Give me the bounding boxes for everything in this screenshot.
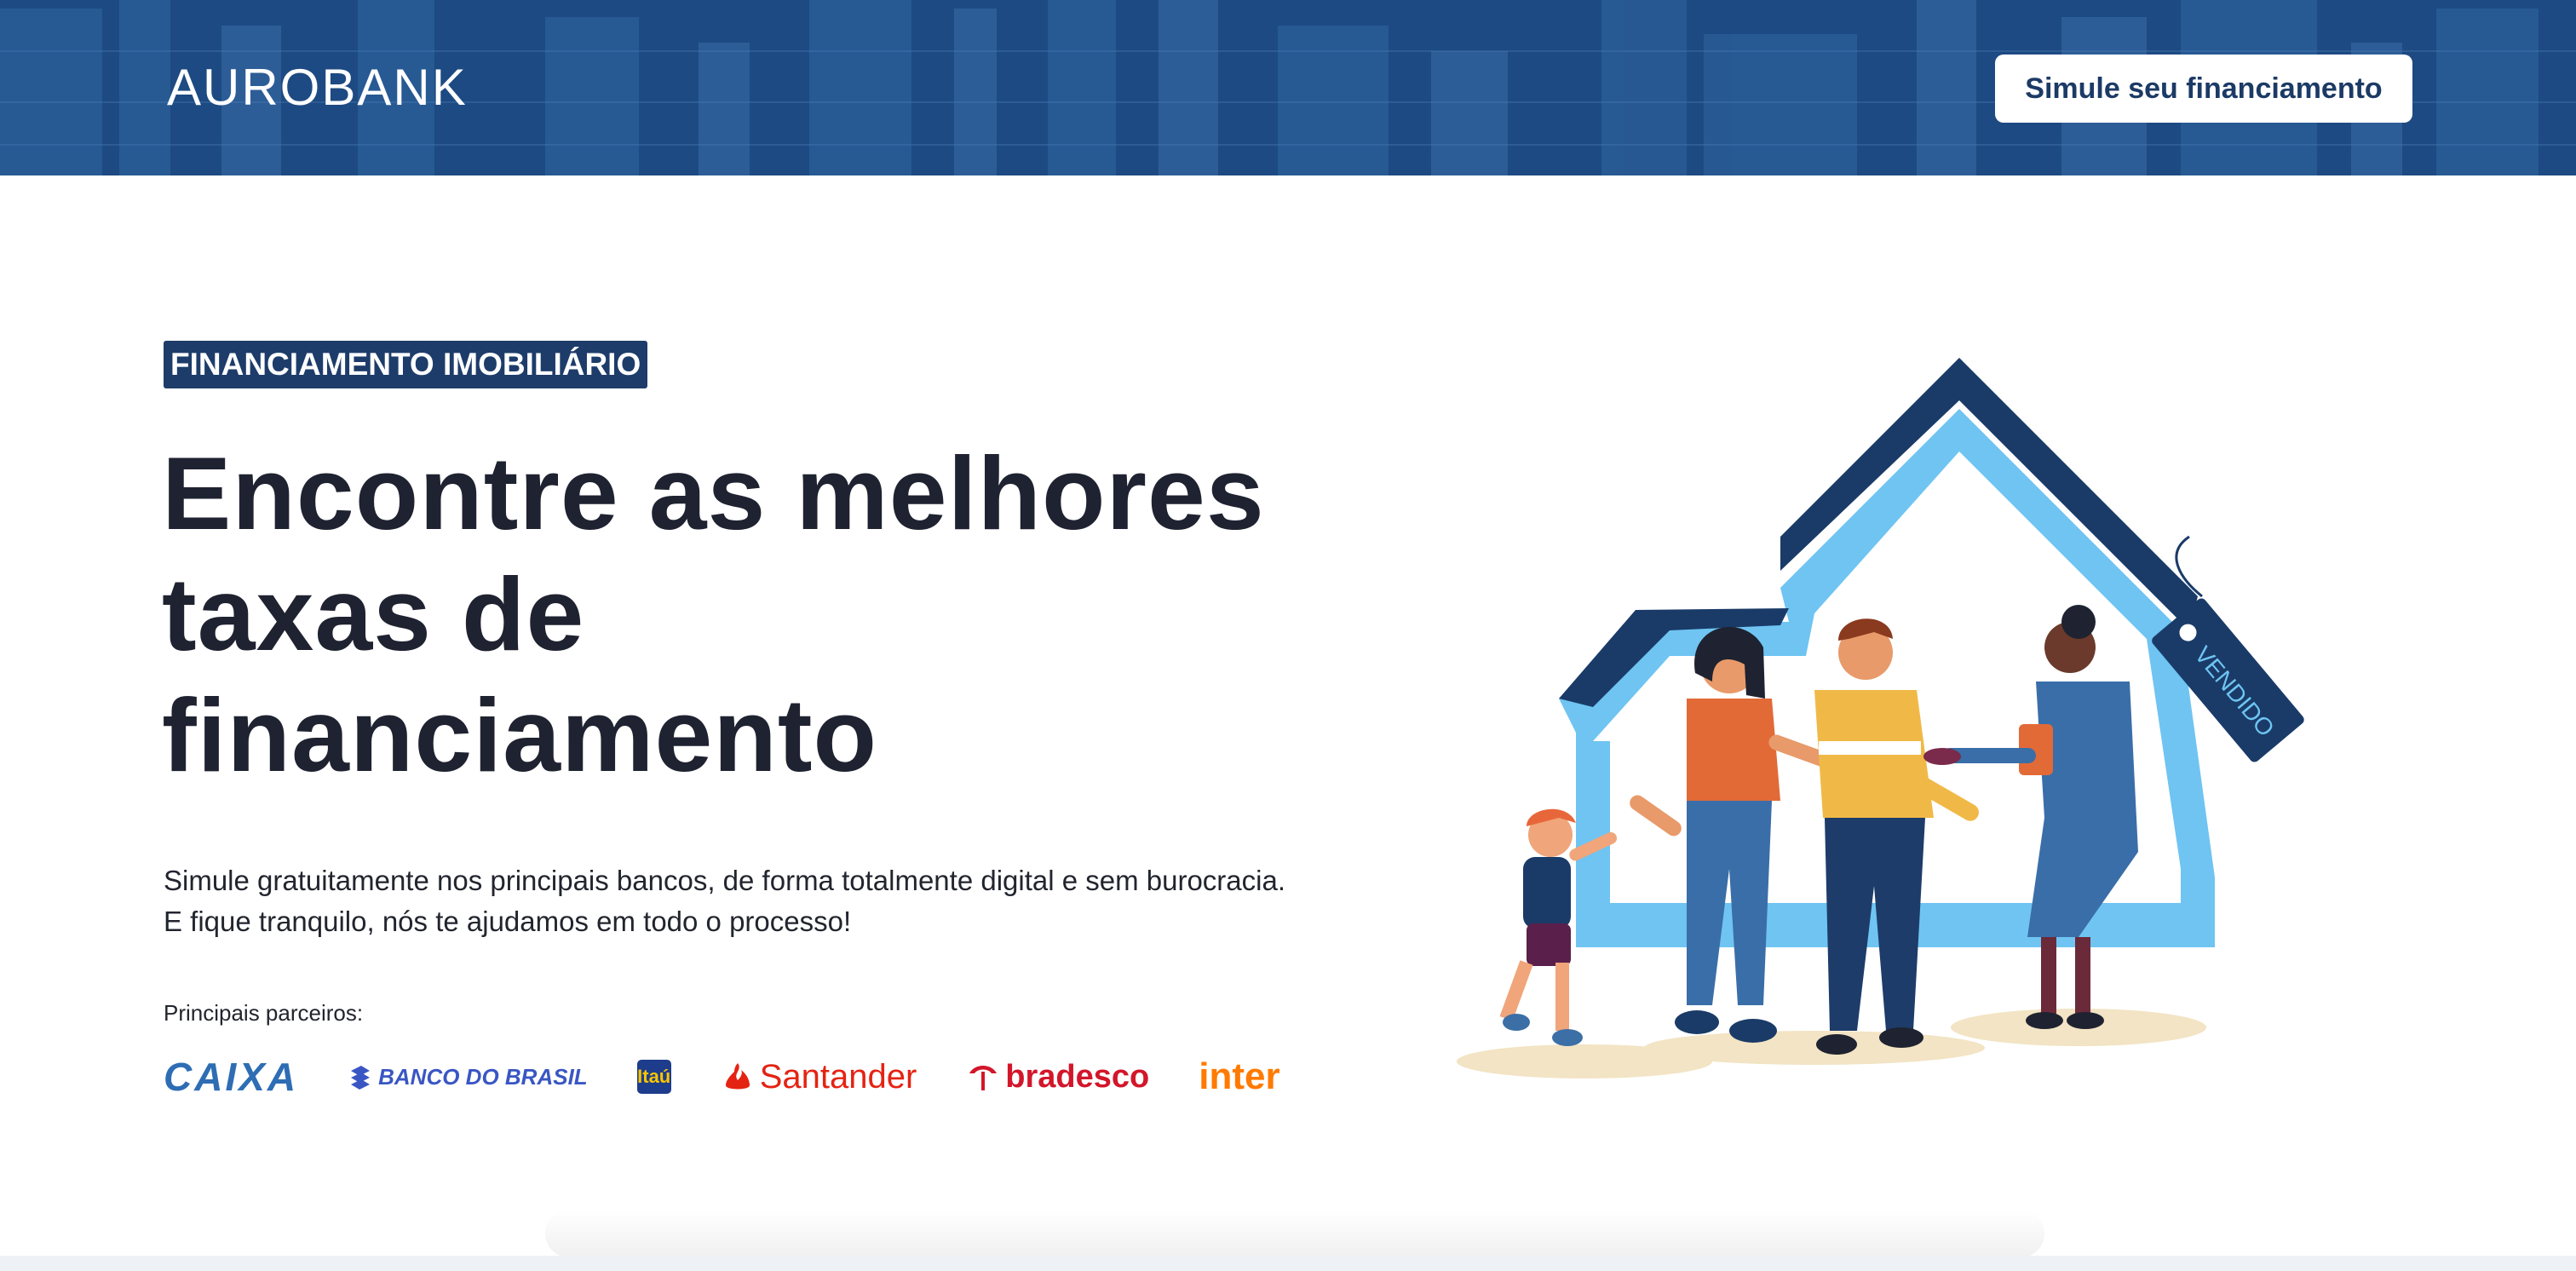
- partner-banco-do-brasil-logo: BANCO DO BRASIL: [348, 1064, 588, 1090]
- headline-line-1: Encontre as melhores: [162, 435, 1265, 551]
- top-header: AUROBANK Simule seu financiamento: [0, 0, 2576, 175]
- hero-headline: Encontre as melhores taxas de financiame…: [162, 433, 1337, 796]
- partner-caixa-logo: CAIXA: [164, 1055, 299, 1099]
- partners-logos: CAIXA BANCO DO BRASIL Itaú Santander bra…: [164, 1051, 1280, 1102]
- partner-santander-logo: Santander: [721, 1058, 917, 1096]
- bradesco-tree-icon: [969, 1066, 998, 1090]
- partner-itau-logo: Itaú: [636, 1060, 671, 1094]
- section-divider-shadow: [545, 1210, 2044, 1257]
- partners-label: Principais parceiros:: [164, 1000, 364, 1026]
- hero-description: Simule gratuitamente nos principais banc…: [164, 865, 1286, 937]
- family-house-illustration: VENDIDO: [1457, 358, 2304, 1078]
- banco-do-brasil-icon: [351, 1066, 371, 1090]
- headline-line-3: financiamento: [162, 677, 878, 793]
- simulate-financing-button[interactable]: Simule seu financiamento: [1995, 55, 2412, 123]
- partner-bradesco-logo: bradesco: [966, 1059, 1149, 1096]
- logo-wordmark: AUROBANK: [167, 59, 468, 116]
- next-section-edge: [0, 1256, 2576, 1271]
- headline-line-2: taxas de: [162, 556, 585, 672]
- aurobank-logo[interactable]: AUROBANK: [167, 60, 468, 116]
- category-badge: FINANCIAMENTO IMOBILIÁRIO: [164, 341, 648, 388]
- santander-flame-icon: [725, 1063, 750, 1090]
- partner-inter-logo: inter: [1199, 1055, 1280, 1097]
